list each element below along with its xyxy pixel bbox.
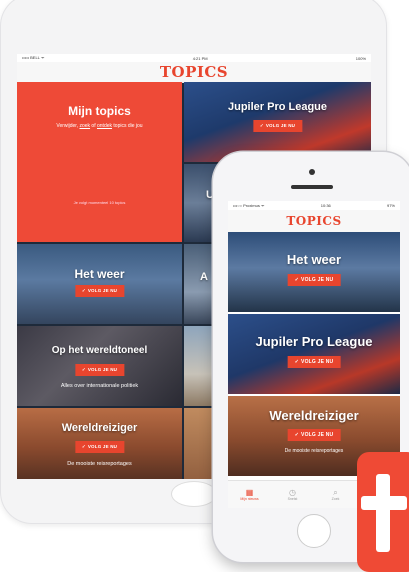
iphone-navbar: TOPICS (228, 210, 400, 233)
iphone-home-button[interactable] (297, 514, 331, 548)
card-reiziger-title: Wereldreiziger (269, 408, 359, 423)
follow-button[interactable]: ✓ VOLG JE NU (74, 285, 125, 297)
check-icon: ✓ (81, 444, 86, 449)
ipad-topics-logo: TOPICS (159, 63, 229, 81)
tile-reiziger-subtitle: De mooiste reisreportages (67, 461, 132, 467)
iphone-time: 10:36 (320, 203, 331, 208)
card-het-weer[interactable]: Het weer ✓ VOLG JE NU (228, 232, 400, 312)
tab-snelst[interactable]: ◷ Snelst (271, 481, 314, 508)
tile-wereldreiziger[interactable]: Wereldreiziger ✓ VOLG JE NU De mooiste re… (17, 408, 182, 479)
follow-button[interactable]: ✓ VOLG JE NU (74, 364, 125, 376)
ipad-navbar: TOPICS (17, 62, 371, 83)
tile-mijn-topics[interactable]: Mijn topics Verwijder, zoek of ontdek to… (17, 82, 182, 242)
ipad-battery: 100% (355, 55, 366, 61)
check-icon: ✓ (294, 432, 300, 438)
tile-wereldtoneel[interactable]: Op het wereldtoneel ✓ VOLG JE NU Alles ov… (17, 326, 182, 406)
check-icon: ✓ (259, 123, 264, 128)
tab-zoek[interactable]: ⌕ Zoek (314, 481, 357, 508)
check-icon: ✓ (294, 359, 300, 365)
iphone-battery: 97% (386, 203, 395, 208)
ipad-status-bar: ••••• BELL ᯤ 4:21 PM 100% (17, 54, 371, 62)
check-icon: ✓ (294, 277, 300, 283)
tab-mijn-nieuws[interactable]: ▦ Mijn nieuws (228, 481, 271, 508)
tile-mijn-description: Verwijder, zoek of ontdek topics die jou (56, 123, 143, 129)
tab-label: Snelst (287, 497, 298, 501)
camera-icon (309, 169, 315, 175)
check-icon: ✓ (81, 367, 86, 372)
iphone-carrier: •••○○ Proximus ᯤ (233, 202, 265, 208)
follow-button[interactable]: ✓ VOLG JE NU (287, 356, 341, 368)
tile-mijn-title: Mijn topics (68, 104, 131, 118)
clock-icon: ◷ (289, 488, 296, 497)
card-weer-title: Het weer (286, 252, 342, 267)
ipad-home-button[interactable] (171, 481, 217, 507)
follow-button[interactable]: ✓ VOLG JE NU (74, 441, 125, 453)
check-icon: ✓ (81, 288, 86, 293)
ipad-carrier: ••••• BELL ᯤ (22, 55, 45, 60)
link-zoek[interactable]: zoek (79, 123, 90, 129)
tab-label: Zoek (331, 497, 340, 501)
tile-wereldtoneel-subtitle: Alles over internationale politiek (60, 383, 139, 389)
card-jupiler-title: Jupiler Pro League (255, 334, 373, 349)
tile-wereldtoneel-title: Op het wereldtoneel (51, 345, 148, 356)
app-logo-t (357, 452, 409, 572)
iphone-topics-logo: TOPICS (286, 214, 342, 228)
link-ontdek[interactable]: ontdek (97, 123, 112, 129)
search-icon: ⌕ (333, 488, 338, 497)
tile-jupiler[interactable]: Jupiler Pro League ✓ VOLG JE NU (184, 82, 371, 162)
follow-button[interactable]: ✓ VOLG JE NU (252, 120, 303, 132)
follow-button[interactable]: ✓ VOLG JE NU (287, 274, 341, 286)
speaker-grille (291, 185, 333, 189)
iphone-status-bar: •••○○ Proximus ᯤ 10:36 97% (228, 201, 400, 210)
tile-reiziger-title: Wereldreiziger (61, 422, 138, 434)
tile-jupiler-title: Jupiler Pro League (227, 101, 328, 113)
tile-weer-title: Het weer (74, 267, 125, 281)
tab-label: Mijn nieuws (240, 497, 259, 501)
grid-icon: ▦ (245, 488, 254, 497)
ipad-time: 4:21 PM (192, 55, 208, 61)
follow-button[interactable]: ✓ VOLG JE NU (287, 429, 341, 441)
tile-mijn-footer: Je volgt momenteel 10 topics (73, 200, 126, 205)
card-jupiler[interactable]: Jupiler Pro League ✓ VOLG JE NU (228, 314, 400, 394)
tile-het-weer[interactable]: Het weer ✓ VOLG JE NU (17, 244, 182, 324)
